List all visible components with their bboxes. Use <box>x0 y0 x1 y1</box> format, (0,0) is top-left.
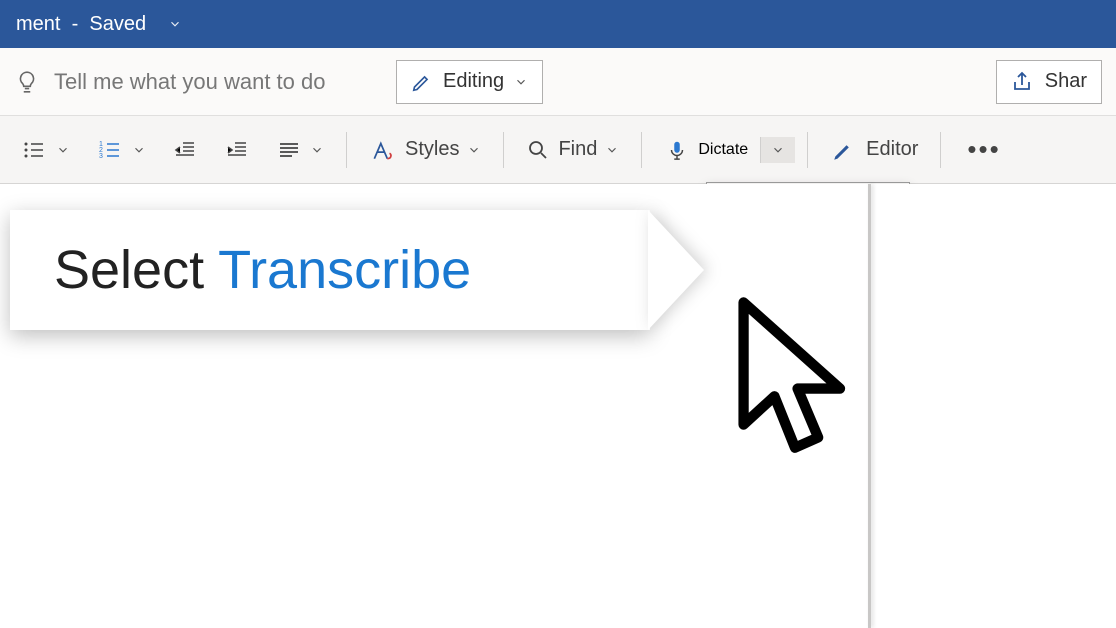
styles-icon <box>369 137 397 163</box>
editor-button[interactable]: Editor <box>820 127 928 173</box>
tell-me-search[interactable] <box>14 69 374 95</box>
share-button[interactable]: Shar <box>996 60 1102 104</box>
command-search-row: Editing Shar <box>0 48 1116 116</box>
editing-mode-button[interactable]: Editing <box>396 60 543 104</box>
bullet-list-button[interactable] <box>10 127 80 173</box>
numbered-list-button[interactable]: 123 <box>86 127 156 173</box>
separator <box>641 132 642 168</box>
dictate-label: Dictate <box>698 141 748 159</box>
title-bar: ment - Saved <box>0 0 1116 48</box>
decrease-indent-button[interactable] <box>162 127 208 173</box>
separator <box>807 132 808 168</box>
document-title-fragment: ment <box>16 13 60 36</box>
document-status: Saved <box>89 13 146 36</box>
find-label: Find <box>558 138 597 161</box>
title-separator: - <box>60 13 89 36</box>
microphone-icon <box>666 137 688 163</box>
callout-highlight: Transcribe <box>218 239 471 301</box>
share-label: Shar <box>1045 70 1087 93</box>
share-icon <box>1011 70 1035 94</box>
lightbulb-icon <box>14 69 40 95</box>
dictate-dropdown-trigger[interactable] <box>760 137 795 163</box>
ribbon-toolbar: 123 Styles Find Dictate <box>0 116 1116 184</box>
styles-label: Styles <box>405 138 459 161</box>
title-chevron-down-icon[interactable] <box>168 17 182 31</box>
callout-prefix: Select <box>54 239 204 301</box>
dictate-split-button[interactable]: Dictate <box>654 127 795 173</box>
editor-pen-icon <box>830 137 858 163</box>
search-icon <box>526 138 550 162</box>
separator <box>346 132 347 168</box>
editor-label: Editor <box>866 138 918 161</box>
separator <box>940 132 941 168</box>
svg-text:3: 3 <box>99 153 103 160</box>
dictate-button[interactable]: Dictate <box>654 131 760 169</box>
more-options-button[interactable]: ••• <box>953 134 1014 165</box>
callout-arrow-shape <box>648 210 704 330</box>
instruction-callout: Select Transcribe <box>10 210 650 330</box>
editing-label: Editing <box>443 70 504 93</box>
tell-me-input[interactable] <box>54 69 374 95</box>
styles-button[interactable]: Styles <box>359 127 491 173</box>
separator <box>503 132 504 168</box>
pencil-icon <box>411 71 433 93</box>
increase-indent-button[interactable] <box>214 127 260 173</box>
find-button[interactable]: Find <box>516 127 629 173</box>
chevron-down-icon <box>514 75 528 89</box>
page-right-edge <box>868 184 871 628</box>
align-button[interactable] <box>266 127 334 173</box>
